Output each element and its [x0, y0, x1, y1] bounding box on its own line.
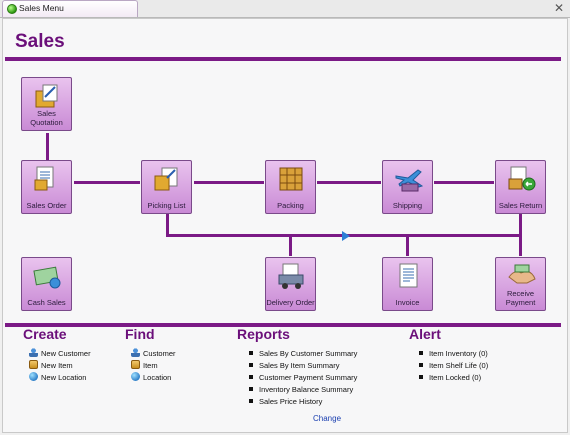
connector-order-picking: [74, 181, 140, 184]
shipping-plane-icon: [395, 169, 424, 192]
picking-list-button[interactable]: Picking List: [141, 160, 192, 214]
node-label: Sales Order: [26, 201, 67, 210]
node-label: Shipping: [392, 201, 423, 210]
node-label: Picking List: [147, 201, 186, 210]
create-heading: Create: [23, 326, 67, 342]
report-link[interactable]: Inventory Balance Summary: [249, 384, 353, 395]
node-label: Cash Sales: [27, 298, 66, 307]
connector-quotation-order: [46, 133, 49, 161]
node-label: Invoice: [395, 298, 420, 307]
handshake-payment-icon: [508, 264, 536, 284]
item-box-icon: [29, 360, 38, 369]
sales-return-button[interactable]: Sales Return: [495, 160, 546, 214]
find-location-link[interactable]: Location: [131, 372, 171, 383]
sales-order-button[interactable]: Sales Order: [21, 160, 72, 214]
quotation-icon: [35, 84, 58, 108]
sales-order-icon: [34, 166, 54, 191]
clipboard-icon: [154, 167, 178, 191]
globe-icon: [131, 372, 140, 381]
bullet-icon: [419, 363, 423, 367]
alert-link[interactable]: Item Shelf Life (0): [419, 360, 488, 371]
connector-bus-invoice: [406, 234, 409, 256]
tab-strip: Sales Menu ✕: [0, 0, 570, 18]
invoice-icon: [399, 263, 418, 288]
receive-payment-button[interactable]: Receive Payment: [495, 257, 546, 311]
bullet-icon: [249, 387, 253, 391]
node-label: Receive Payment: [505, 289, 536, 307]
alert-link[interactable]: Item Inventory (0): [419, 348, 488, 359]
flow-arrow-icon: [342, 231, 350, 241]
customer-icon: [29, 348, 38, 357]
item-box-icon: [131, 360, 140, 369]
find-heading: Find: [125, 326, 155, 342]
new-customer-link[interactable]: New Customer: [29, 348, 91, 359]
sales-quotation-button[interactable]: Sales Quotation: [21, 77, 72, 131]
cash-icon: [33, 266, 61, 289]
new-item-link[interactable]: New Item: [29, 360, 73, 371]
bullet-icon: [249, 351, 253, 355]
connector-picking-packing: [194, 181, 264, 184]
tab-label: Sales Menu: [19, 3, 64, 13]
cash-sales-button[interactable]: Cash Sales: [21, 257, 72, 311]
close-icon[interactable]: ✕: [554, 1, 564, 15]
sales-menu-panel: Sales Sales Quotation Sales Order Pickin…: [2, 18, 568, 433]
invoice-button[interactable]: Invoice: [382, 257, 433, 311]
reports-heading: Reports: [237, 326, 290, 342]
connector-packing-shipping: [317, 181, 381, 184]
alert-heading: Alert: [409, 326, 441, 342]
connector-bus-delivery: [289, 234, 292, 256]
report-link[interactable]: Sales Price History: [249, 396, 322, 407]
globe-icon: [29, 372, 38, 381]
find-item-link[interactable]: Item: [131, 360, 158, 371]
tab-sales-menu[interactable]: Sales Menu: [2, 0, 138, 17]
delivery-icon: [278, 263, 304, 289]
report-link[interactable]: Sales By Customer Summary: [249, 348, 357, 359]
node-label: Sales Return: [498, 201, 543, 210]
report-link[interactable]: Sales By Item Summary: [249, 360, 339, 371]
node-label: Sales Quotation: [30, 109, 63, 127]
new-location-link[interactable]: New Location: [29, 372, 86, 383]
bullet-icon: [249, 399, 253, 403]
green-orb-icon: [7, 4, 17, 14]
customer-icon: [131, 348, 140, 357]
delivery-order-button[interactable]: Delivery Order: [265, 257, 316, 311]
connector-shipping-return: [434, 181, 494, 184]
packing-button[interactable]: Packing: [265, 160, 316, 214]
return-icon: [508, 166, 536, 191]
bullet-icon: [419, 375, 423, 379]
page-title: Sales: [15, 31, 65, 52]
top-divider: [5, 57, 561, 61]
bullet-icon: [249, 375, 253, 379]
node-label: Delivery Order: [266, 298, 315, 307]
connector-return-payment: [519, 213, 522, 256]
report-link[interactable]: Customer Payment Summary: [249, 372, 357, 383]
find-customer-link[interactable]: Customer: [131, 348, 176, 359]
shipping-button[interactable]: Shipping: [382, 160, 433, 214]
crate-icon: [279, 167, 303, 191]
bullet-icon: [419, 351, 423, 355]
change-link[interactable]: Change: [313, 414, 341, 423]
node-label: Packing: [277, 201, 304, 210]
alert-link[interactable]: Item Locked (0): [419, 372, 481, 383]
bullet-icon: [249, 363, 253, 367]
